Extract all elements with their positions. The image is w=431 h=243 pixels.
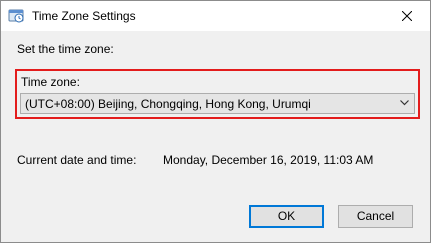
ok-button[interactable]: OK [249, 205, 324, 228]
title-bar: Time Zone Settings [1, 1, 430, 31]
close-button[interactable] [384, 1, 430, 31]
cancel-button[interactable]: Cancel [338, 205, 413, 228]
current-datetime-label: Current date and time: [17, 153, 137, 167]
current-datetime-value: Monday, December 16, 2019, 11:03 AM [163, 153, 374, 167]
time-zone-settings-icon [8, 8, 24, 24]
time-zone-settings-dialog: Time Zone Settings Set the time zone: Ti… [0, 0, 431, 243]
close-icon [402, 11, 412, 21]
chevron-down-icon [400, 100, 409, 106]
time-zone-label: Time zone: [21, 75, 80, 89]
instruction-text: Set the time zone: [17, 42, 114, 56]
dialog-body: Set the time zone: Time zone: (UTC+08:00… [1, 31, 430, 242]
window-title: Time Zone Settings [32, 9, 136, 23]
time-zone-selected-value: (UTC+08:00) Beijing, Chongqing, Hong Kon… [25, 97, 311, 111]
time-zone-dropdown[interactable]: (UTC+08:00) Beijing, Chongqing, Hong Kon… [20, 93, 415, 114]
